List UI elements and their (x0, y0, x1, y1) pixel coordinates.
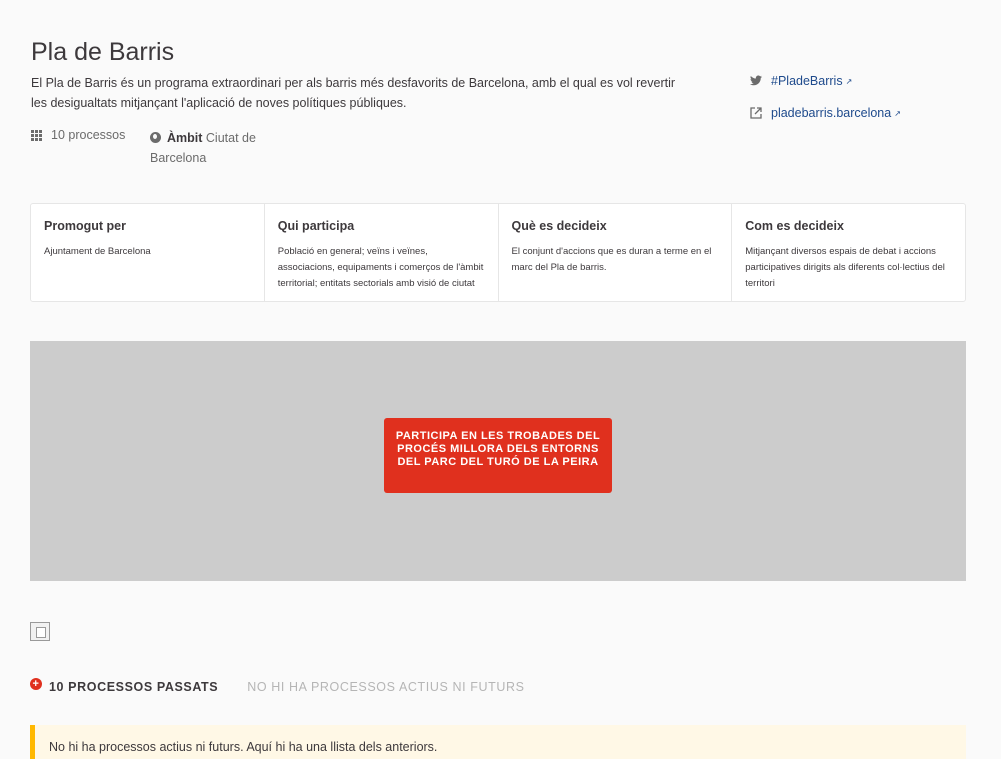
page-description: El Pla de Barris és un programa extraord… (31, 76, 676, 110)
scope-value: Ciutat de Barcelona (150, 131, 256, 165)
card-text: Mitjançant diversos espais de debat i ac… (745, 246, 945, 289)
card-text: El conjunt d'accions que es duran a term… (511, 246, 712, 273)
card-title: Promogut per (44, 219, 126, 233)
card-title: Què es decideix (511, 219, 607, 233)
external-link-icon: ↗ (894, 108, 901, 118)
card-who-participates: Qui participa Població en general; veïns… (265, 204, 499, 301)
tab-past-processes[interactable]: + 10 PROCESSOS PASSATS (30, 678, 219, 694)
info-cards: Promogut per Ajuntament de Barcelona Qui… (30, 203, 966, 302)
external-link-icon (750, 107, 762, 119)
twitter-hashtag-label: #PladeBarris (771, 74, 843, 88)
hero-banner: PARTICIPA EN LES TROBADES DEL PROCÉS MIL… (30, 341, 966, 581)
grid-icon (31, 130, 42, 141)
twitter-icon (750, 75, 762, 87)
page-title: Pla de Barris (31, 38, 175, 66)
card-title: Qui participa (277, 219, 355, 233)
plus-circle-icon: + (30, 678, 42, 690)
participate-cta-button[interactable]: PARTICIPA EN LES TROBADES DEL PROCÉS MIL… (384, 418, 612, 493)
process-tabs: + 10 PROCESSOS PASSATS NO HI HA PROCESSO… (30, 678, 525, 694)
globe-icon (150, 132, 161, 143)
warning-callout: No hi ha processos actius ni futurs. Aqu… (30, 725, 966, 759)
broken-image-icon (30, 622, 50, 641)
website-link[interactable]: pladebarris.barcelona ↗ (750, 106, 901, 120)
scope-info: Àmbit Ciutat de Barcelona (150, 128, 265, 168)
card-text: Població en general; veïns i veïnes, ass… (277, 246, 484, 289)
processes-count: 10 processos (31, 128, 125, 142)
processes-count-label: 10 processos (51, 128, 126, 142)
card-text: Ajuntament de Barcelona (44, 246, 151, 257)
external-link-icon: ↗ (845, 76, 853, 86)
card-how-is-decided: Com es decideix Mitjançant diversos espa… (732, 204, 965, 301)
website-label: pladebarris.barcelona (771, 106, 892, 120)
card-title: Com es decideix (745, 219, 844, 233)
card-promoted-by: Promogut per Ajuntament de Barcelona (31, 204, 265, 301)
twitter-hashtag-link[interactable]: #PladeBarris ↗ (750, 74, 852, 88)
card-what-is-decided: Què es decideix El conjunt d'accions que… (499, 204, 733, 301)
tab-active-processes[interactable]: NO HI HA PROCESSOS ACTIUS NI FUTURS (247, 680, 524, 694)
scope-label: Àmbit (167, 131, 203, 145)
tab-past-label: 10 PROCESSOS PASSATS (49, 680, 219, 694)
